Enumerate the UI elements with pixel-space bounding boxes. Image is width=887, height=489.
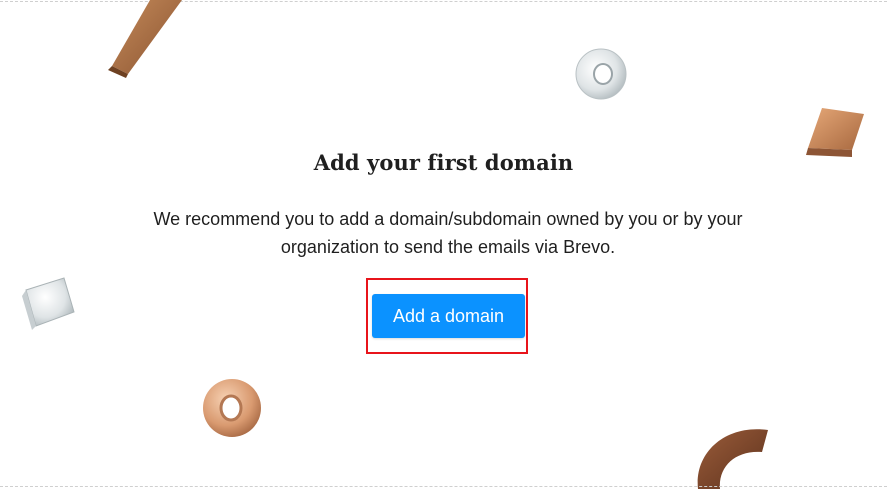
bottom-divider	[0, 486, 887, 487]
wood-plank-icon	[108, 0, 182, 78]
wood-arc-icon	[697, 429, 768, 489]
copper-ring-icon	[203, 379, 261, 437]
add-domain-button[interactable]: Add a domain	[372, 294, 525, 338]
glass-cube-icon	[22, 277, 75, 330]
glass-ring-icon	[575, 48, 627, 100]
domains-empty-state: Add your first domain We recommend you t…	[0, 0, 887, 489]
empty-state-description: We recommend you to add a domain/subdoma…	[153, 209, 743, 257]
empty-state-title: Add your first domain	[313, 150, 574, 175]
